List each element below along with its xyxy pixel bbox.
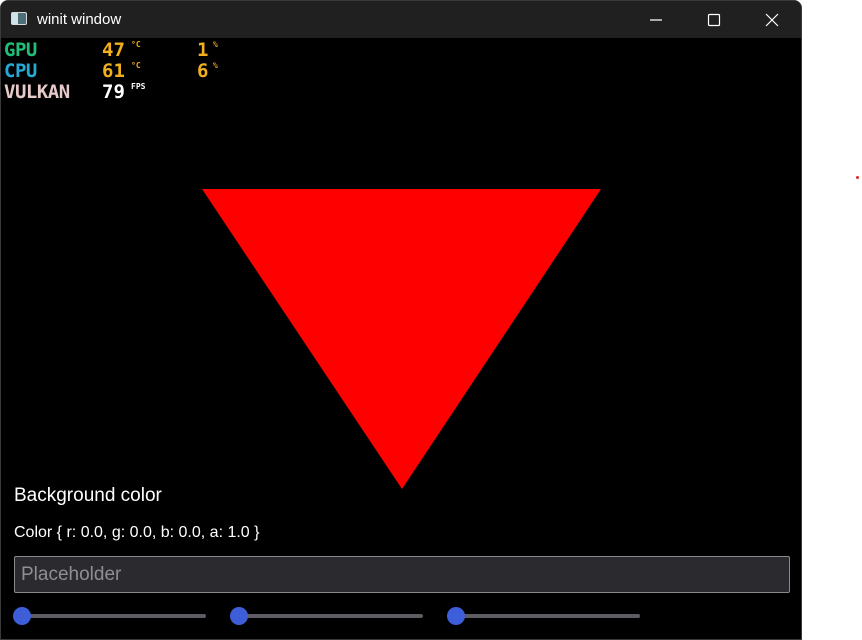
- api-label: VULKAN: [4, 81, 70, 103]
- minimize-icon: [650, 19, 662, 21]
- red-triangle: [202, 189, 601, 489]
- gpu-usage-unit: %: [213, 40, 218, 49]
- close-button[interactable]: [743, 1, 801, 38]
- cpu-label: CPU: [4, 60, 37, 82]
- desktop-dot: [856, 176, 859, 179]
- color-readout: Color { r: 0.0, g: 0.0, b: 0.0, a: 1.0 }: [14, 524, 260, 541]
- fps-value: 79: [102, 81, 125, 103]
- slider-red[interactable]: [13, 606, 206, 626]
- gpu-row: GPU 47 °C 1 %: [4, 39, 264, 61]
- text-input[interactable]: [14, 556, 790, 593]
- gpu-temp-unit: °C: [131, 40, 141, 49]
- app-window: winit window GPU 47 °C 1 % CPU 61 °C 6 %…: [0, 0, 802, 640]
- api-row: VULKAN 79 FPS: [4, 81, 264, 103]
- background-color-label: Background color: [14, 485, 162, 506]
- slider-handle[interactable]: [447, 607, 465, 625]
- slider-track[interactable]: [238, 614, 423, 618]
- gpu-label: GPU: [4, 39, 37, 61]
- gpu-usage: 1: [197, 39, 209, 61]
- render-canvas: [1, 38, 801, 639]
- window-title: winit window: [37, 11, 122, 28]
- slider-track[interactable]: [21, 614, 206, 618]
- slider-track[interactable]: [455, 614, 640, 618]
- close-icon: [765, 13, 779, 27]
- triangle-canvas: [202, 189, 601, 489]
- minimize-button[interactable]: [627, 1, 685, 38]
- fps-unit: FPS: [131, 82, 146, 91]
- cpu-row: CPU 61 °C 6 %: [4, 60, 264, 82]
- slider-handle[interactable]: [13, 607, 31, 625]
- slider-blue[interactable]: [447, 606, 640, 626]
- window-app-icon: [11, 12, 27, 25]
- cpu-usage-unit: %: [213, 61, 218, 70]
- gpu-temp: 47: [102, 39, 125, 61]
- cpu-usage: 6: [197, 60, 209, 82]
- maximize-icon: [707, 13, 721, 27]
- title-bar[interactable]: winit window: [1, 1, 801, 38]
- slider-green[interactable]: [230, 606, 423, 626]
- cpu-temp: 61: [102, 60, 125, 82]
- slider-handle[interactable]: [230, 607, 248, 625]
- maximize-button[interactable]: [685, 1, 743, 38]
- cpu-temp-unit: °C: [131, 61, 141, 70]
